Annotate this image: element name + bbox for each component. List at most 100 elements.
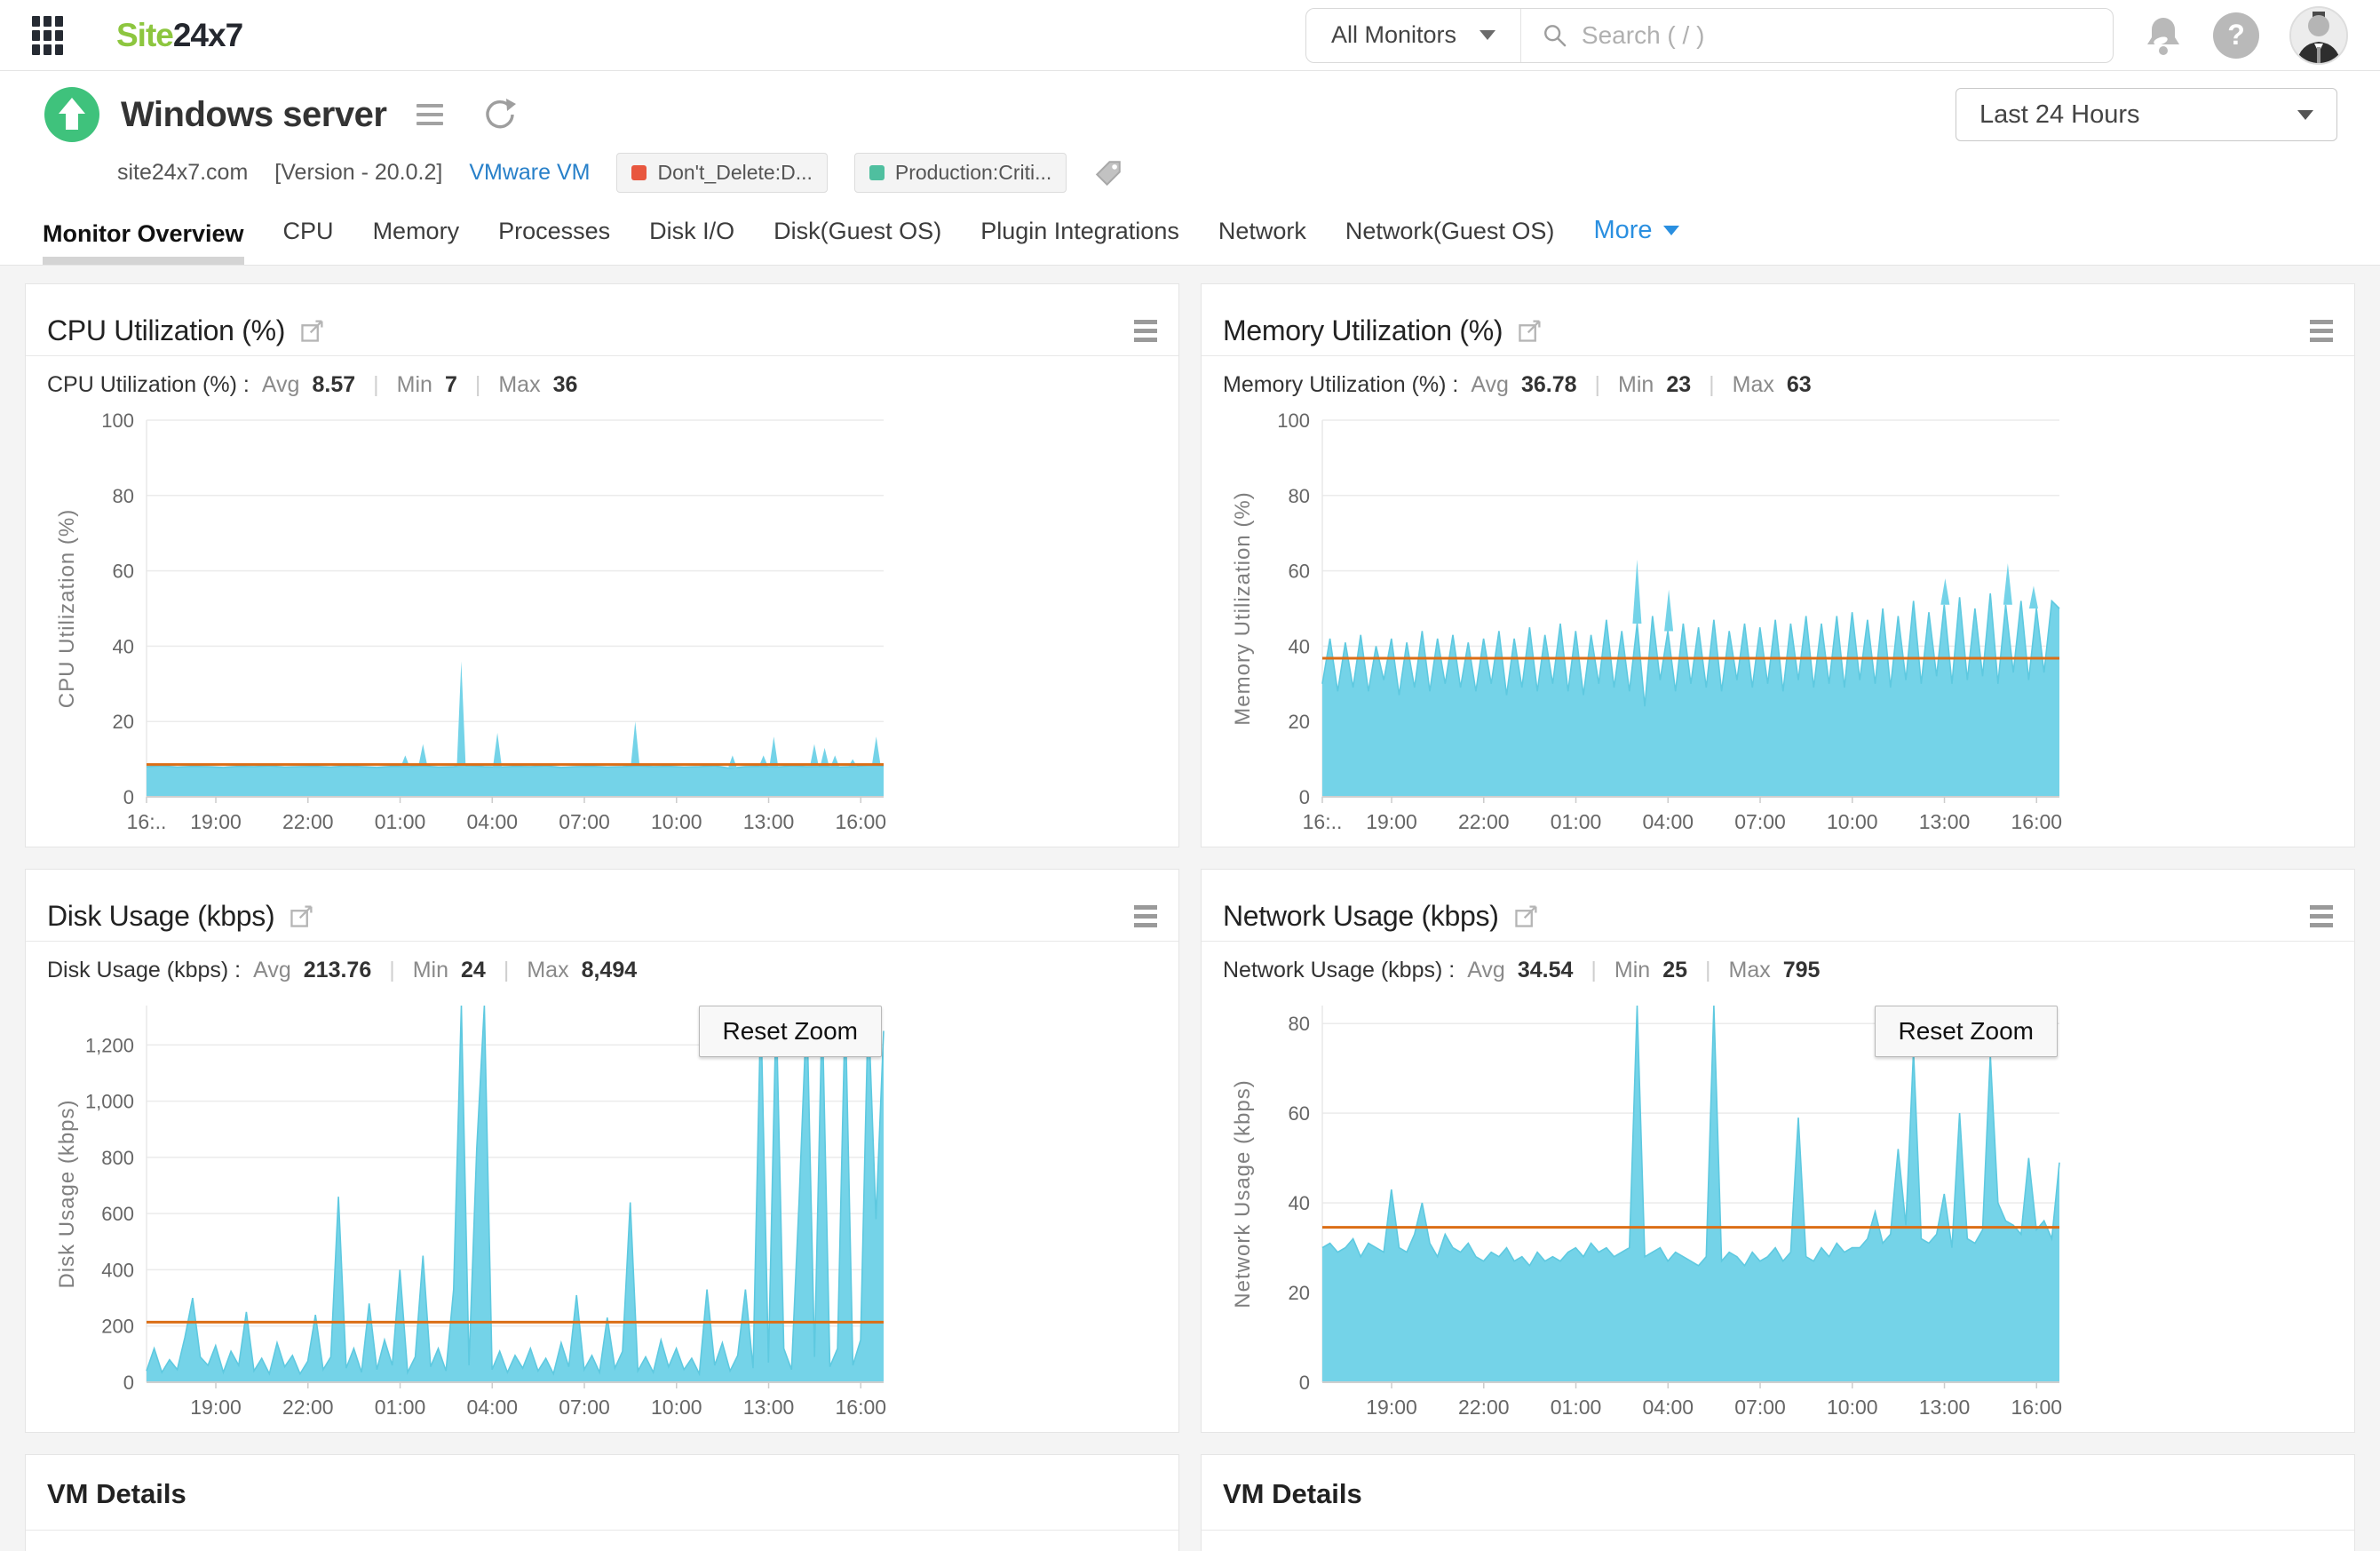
- svg-text:10:00: 10:00: [651, 810, 702, 829]
- monitors-dropdown-label: All Monitors: [1331, 21, 1457, 48]
- svg-text:0: 0: [123, 786, 134, 808]
- avatar[interactable]: [2289, 5, 2348, 65]
- reset-zoom-button[interactable]: Reset Zoom: [698, 1006, 882, 1057]
- tag-chip-production[interactable]: Production:Criti...: [853, 153, 1067, 193]
- svg-text:0: 0: [123, 1372, 134, 1394]
- page-title: Windows server: [121, 94, 387, 134]
- svg-text:20: 20: [1289, 1282, 1310, 1304]
- disk-usage-panel: Disk Usage (kbps) Disk Usage (kbps) : Av…: [25, 869, 1179, 1433]
- tab-monitor-overview[interactable]: Monitor Overview: [43, 220, 244, 265]
- svg-text:04:00: 04:00: [466, 1396, 518, 1414]
- svg-text:1,200: 1,200: [85, 1034, 134, 1056]
- cpu-chart[interactable]: 0 20 40 60 80 100 16:.. 19:00 22:00 01:00 04:00 07:…: [47, 411, 1157, 829]
- reset-zoom-button[interactable]: Reset Zoom: [1874, 1006, 2058, 1057]
- svg-text:16:..: 16:..: [127, 810, 167, 829]
- svg-text:10:00: 10:00: [1827, 1396, 1878, 1414]
- notification-bell-icon[interactable]: [2144, 14, 2183, 57]
- svg-text:80: 80: [1289, 485, 1310, 507]
- monitors-dropdown[interactable]: All Monitors: [1306, 8, 1522, 62]
- svg-text:16:00: 16:00: [2011, 1396, 2062, 1414]
- svg-text:13:00: 13:00: [743, 1396, 795, 1414]
- tab-network-guest-os[interactable]: Network(Guest OS): [1345, 218, 1555, 265]
- svg-text:80: 80: [1289, 1013, 1310, 1035]
- memory-chart[interactable]: 0 20 40 60 80 100 16:.. 19:00 22:00 01:00 04:00 07:…: [1223, 411, 2333, 829]
- divider: [1202, 1530, 2354, 1531]
- vm-details-panel-right: VM Details ESX/ESXi Host Name 172.21.112…: [1201, 1454, 2355, 1551]
- tab-processes[interactable]: Processes: [498, 218, 610, 265]
- svg-text:80: 80: [113, 485, 134, 507]
- tag-icon[interactable]: [1093, 158, 1123, 188]
- divider: [26, 355, 1178, 356]
- panel-title: Network Usage (kbps): [1223, 899, 1499, 932]
- svg-text:01:00: 01:00: [1551, 810, 1602, 829]
- search-input[interactable]: [1581, 20, 2091, 50]
- network-chart[interactable]: 0 20 40 60 80 19:00 22:00 01:00 04:00 07:00 10:00 1…: [1223, 997, 2333, 1414]
- svg-text:20: 20: [113, 711, 134, 733]
- svg-text:13:00: 13:00: [1919, 1396, 1971, 1414]
- tab-disk-guest-os[interactable]: Disk(Guest OS): [774, 218, 941, 265]
- svg-text:19:00: 19:00: [1366, 1396, 1417, 1414]
- svg-text:Disk Usage (kbps): Disk Usage (kbps): [55, 1099, 79, 1288]
- tag-color-green: [869, 165, 885, 180]
- svg-text:Memory Utilization (%): Memory Utilization (%): [1231, 491, 1255, 725]
- monitor-menu-icon[interactable]: [416, 104, 444, 125]
- svg-text:19:00: 19:00: [190, 1396, 242, 1414]
- svg-text:07:00: 07:00: [559, 1396, 610, 1414]
- tab-more[interactable]: More: [1593, 216, 1679, 265]
- panel-title: Disk Usage (kbps): [47, 899, 275, 932]
- tab-network[interactable]: Network: [1218, 218, 1306, 265]
- chart-menu-icon[interactable]: [2310, 904, 2333, 927]
- refresh-icon[interactable]: [480, 95, 520, 134]
- tab-cpu[interactable]: CPU: [283, 218, 334, 265]
- site24x7-logo[interactable]: Site24x7: [116, 17, 243, 54]
- svg-text:07:00: 07:00: [1734, 1396, 1786, 1414]
- svg-text:20: 20: [1289, 711, 1310, 733]
- chart-stats: Memory Utilization (%) : Avg 36.78 | Min 2…: [1223, 371, 1812, 397]
- expand-chart-icon[interactable]: [1517, 317, 1543, 344]
- divider: [1202, 355, 2354, 356]
- tab-bar: Monitor Overview CPU Memory Processes Di…: [0, 193, 2380, 266]
- tab-plugin-integrations[interactable]: Plugin Integrations: [980, 218, 1179, 265]
- tag-color-red: [631, 165, 647, 180]
- chart-menu-icon[interactable]: [2310, 319, 2333, 342]
- disk-chart[interactable]: 0 200 400 600 800 1,000 1,200 19:00 22:00 01:00 04…: [47, 997, 1157, 1414]
- chart-menu-icon[interactable]: [1134, 319, 1157, 342]
- tag-chip-dont-delete[interactable]: Don't_Delete:D...: [616, 153, 828, 193]
- time-range-dropdown[interactable]: Last 24 Hours: [1956, 88, 2337, 141]
- top-bar: Site24x7 All Monitors ?: [0, 0, 2380, 71]
- title-area: Windows server Last 24 Hours site24x7.co…: [0, 71, 2380, 193]
- divider: [26, 1530, 1178, 1531]
- svg-text:04:00: 04:00: [1642, 1396, 1694, 1414]
- svg-text:60: 60: [1289, 1102, 1310, 1125]
- svg-text:16:00: 16:00: [2011, 810, 2062, 829]
- expand-chart-icon[interactable]: [289, 903, 315, 929]
- monitor-host: site24x7.com: [117, 160, 249, 185]
- svg-text:1,000: 1,000: [85, 1091, 134, 1113]
- apps-grid-icon[interactable]: [32, 15, 63, 55]
- svg-text:200: 200: [101, 1316, 134, 1338]
- help-icon[interactable]: ?: [2213, 12, 2259, 59]
- svg-text:04:00: 04:00: [466, 810, 518, 829]
- expand-chart-icon[interactable]: [299, 317, 326, 344]
- svg-text:07:00: 07:00: [1734, 810, 1786, 829]
- chevron-down-icon: [2297, 109, 2313, 120]
- expand-chart-icon[interactable]: [1513, 903, 1540, 929]
- chevron-down-icon: [1662, 226, 1679, 235]
- status-up-icon: [44, 87, 99, 142]
- chart-stats: Network Usage (kbps) : Avg 34.54 | Min 25 …: [1223, 957, 1821, 982]
- vmware-vm-link[interactable]: VMware VM: [469, 160, 590, 186]
- svg-text:04:00: 04:00: [1642, 810, 1694, 829]
- svg-text:10:00: 10:00: [651, 1396, 702, 1414]
- svg-text:13:00: 13:00: [1919, 810, 1971, 829]
- svg-text:19:00: 19:00: [190, 810, 242, 829]
- divider: [26, 941, 1178, 942]
- tab-disk-io[interactable]: Disk I/O: [649, 218, 734, 265]
- svg-text:60: 60: [1289, 561, 1310, 583]
- svg-text:0: 0: [1299, 786, 1310, 808]
- tab-memory[interactable]: Memory: [373, 218, 460, 265]
- svg-text:22:00: 22:00: [282, 810, 334, 829]
- svg-text:19:00: 19:00: [1366, 810, 1417, 829]
- svg-text:800: 800: [101, 1147, 134, 1169]
- chart-menu-icon[interactable]: [1134, 904, 1157, 927]
- monitor-version: [Version - 20.0.2]: [274, 160, 443, 185]
